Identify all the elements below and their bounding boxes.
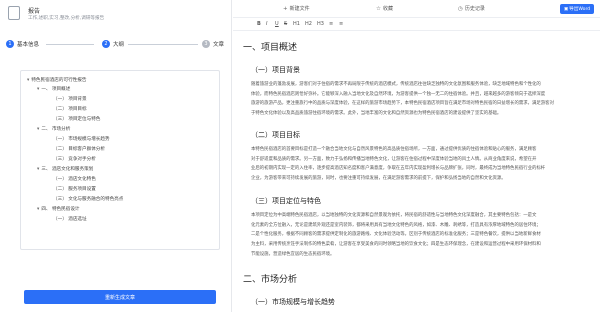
outline-subsection[interactable]: （三） 竞争对手分析 <box>53 156 96 162</box>
outline-section[interactable]: ▾ 二、 市场分析 <box>37 126 70 132</box>
favorite-button[interactable]: ☆ 收藏 <box>376 5 393 13</box>
history-button[interactable]: ◷ 历史记录 <box>458 5 485 13</box>
outline-subsection[interactable]: （二） 目标客户群体分析 <box>53 146 105 152</box>
heading-project-goal: （二）项目目标 <box>251 131 300 139</box>
editor-panel: + 新建文件 ☆ 收藏 ◷ 历史记录 ▣ 导出Word B I U S H1 H2… <box>233 0 600 312</box>
step-basic-info[interactable]: 1 基本信息 <box>6 40 39 48</box>
export-word-button[interactable]: ▣ 导出Word <box>560 4 594 14</box>
outline-subsection[interactable]: （三） 文化与服务融合的特色亮点 <box>53 196 123 202</box>
editor-topbar: + 新建文件 ☆ 收藏 ◷ 历史记录 ▣ 导出Word <box>233 0 600 18</box>
step-label: 基本信息 <box>17 42 40 48</box>
left-panel: 报告 工作,述职,实习,整改,分析,调研等报告 1 基本信息 2 大纲 3 文章… <box>0 0 232 312</box>
heading-project-background: （一）项目背景 <box>251 66 300 74</box>
document-icon <box>8 6 20 20</box>
heading-market-size: （一）市场规模与增长趋势 <box>251 298 335 306</box>
step-connector <box>46 44 94 45</box>
heading1-button[interactable]: H1 <box>293 21 300 27</box>
star-icon: ☆ <box>376 5 381 12</box>
ordered-list-button[interactable]: ≡ <box>339 21 343 27</box>
paragraph-goal: 本特色民宿酒店的首要目标是打造一个融合当地文化与自然风景特色的高品质住宿场所，一… <box>251 147 546 182</box>
caret-down-icon[interactable]: ▾ <box>27 78 29 83</box>
outline-root[interactable]: ▾ 特色民宿酒店的可行性报告 <box>27 77 86 83</box>
clock-icon: ◷ <box>458 5 463 12</box>
word-icon: ▣ <box>563 6 569 12</box>
caret-down-icon[interactable]: ▾ <box>37 167 39 172</box>
document-subtitle: 工作,述职,实习,整改,分析,调研等报告 <box>28 16 105 21</box>
step-indicator: 1 基本信息 2 大纲 3 文章 <box>6 40 226 54</box>
step-connector <box>128 44 198 45</box>
heading2-button[interactable]: H2 <box>305 21 312 27</box>
new-file-button[interactable]: + 新建文件 <box>283 5 310 13</box>
outline-tree: ▾ 特色民宿酒店的可行性报告 ▾ 一、 项目概述 （一） 项目背景 （二） 项目目标 （三… <box>20 70 220 250</box>
paragraph-position: 本项目定位为中高端特色民宿酒店，以当地独特的文化资源和自然景观为依托，将民宿的舒… <box>251 213 541 257</box>
step-label: 大纲 <box>113 42 125 48</box>
underline-button[interactable]: U <box>275 21 279 27</box>
outline-section[interactable]: ▾ 一、 项目概述 <box>37 86 70 92</box>
caret-down-icon[interactable]: ▾ <box>37 207 39 212</box>
outline-subsection[interactable]: （三） 项目定位与特色 <box>53 116 100 122</box>
paragraph-background: 随着旅游业的蓬勃发展，游客们对于住宿的需求不再局限于传统的酒店模式，传统酒店往往… <box>251 82 554 117</box>
heading-project-overview: 一、项目概述 <box>243 43 298 53</box>
strikethrough-button[interactable]: S <box>284 21 287 27</box>
article-content[interactable]: 一、项目概述 （一）项目背景 随着旅游业的蓬勃发展，游客们对于住宿的需求不再局限… <box>233 32 600 312</box>
outline-subsection[interactable]: （一） 酒店文化特色 <box>53 176 96 182</box>
outline-section[interactable]: ▾ 四、 特色民宿设计 <box>37 206 80 212</box>
bold-button[interactable]: B <box>257 21 261 27</box>
step-number: 3 <box>202 40 210 48</box>
heading-project-position: （三）项目定位与特色 <box>251 197 321 205</box>
outline-subsection[interactable]: （一） 市场规模与增长趋势 <box>53 136 110 142</box>
outline-subsection[interactable]: （一） 酒店选址 <box>53 216 87 222</box>
step-number: 1 <box>6 40 14 48</box>
document-title: 报告 <box>28 8 41 15</box>
caret-down-icon[interactable]: ▾ <box>37 127 39 132</box>
step-article[interactable]: 3 文章 <box>202 40 224 48</box>
bullet-list-button[interactable]: ≡ <box>329 21 333 27</box>
step-label: 文章 <box>213 42 225 48</box>
outline-subsection[interactable]: （二） 项目目标 <box>53 106 87 112</box>
outline-subsection[interactable]: （二） 服务项目设置 <box>53 186 96 192</box>
format-toolbar: B I U S H1 H2 H3 ≡ ≡ <box>233 19 600 31</box>
outline-section[interactable]: ▾ 三、 酒店文化和服务策划 <box>37 166 93 172</box>
heading-market-analysis: 二、市场分析 <box>243 275 298 285</box>
heading3-button[interactable]: H3 <box>317 21 324 27</box>
regenerate-article-button[interactable]: 重新生成文章 <box>24 290 216 304</box>
outline-subsection[interactable]: （一） 项目背景 <box>53 96 87 102</box>
italic-button[interactable]: I <box>266 21 267 27</box>
caret-down-icon[interactable]: ▾ <box>37 87 39 92</box>
step-outline[interactable]: 2 大纲 <box>102 40 124 48</box>
plus-icon: + <box>283 5 288 12</box>
document-header <box>8 5 20 20</box>
step-number: 2 <box>102 40 110 48</box>
